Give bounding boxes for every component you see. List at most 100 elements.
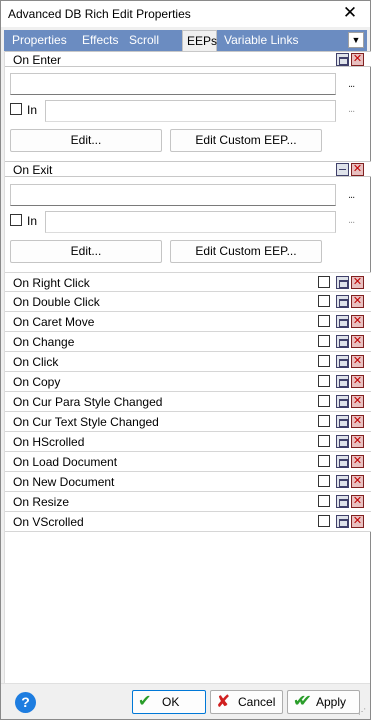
in-field[interactable] [45, 100, 336, 122]
tab-variable-links[interactable]: Variable Links [216, 30, 306, 51]
window-icon[interactable] [336, 375, 349, 388]
delete-icon[interactable]: ✕ [351, 415, 364, 428]
resize-grip-icon[interactable]: ⋰ [358, 707, 368, 717]
delete-icon[interactable]: ✕ [351, 455, 364, 468]
event-checkbox[interactable] [318, 355, 330, 367]
event-checkbox[interactable] [318, 495, 330, 507]
double-check-icon: ✔✔ [293, 693, 312, 710]
window-icon[interactable] [336, 495, 349, 508]
eep-expression-field[interactable] [10, 184, 336, 206]
window-icon[interactable] [336, 315, 349, 328]
delete-icon[interactable]: ✕ [351, 163, 364, 176]
event-label: On New Document [13, 475, 115, 489]
window-icon[interactable] [336, 515, 349, 528]
window-icon[interactable] [336, 335, 349, 348]
check-icon: ✔ [138, 693, 152, 710]
event-checkbox[interactable] [318, 475, 330, 487]
in-ellipsis-button[interactable]: ... [348, 103, 355, 115]
eep-expression-field[interactable] [10, 73, 336, 95]
in-field[interactable] [45, 211, 336, 233]
event-checkbox[interactable] [318, 315, 330, 327]
tab-effects[interactable]: Effects [74, 30, 121, 51]
event-row[interactable]: On Caret Move ✕ [5, 312, 371, 332]
delete-icon[interactable]: ✕ [351, 315, 364, 328]
event-row[interactable]: On Copy ✕ [5, 372, 371, 392]
minimize-icon[interactable] [336, 163, 349, 176]
delete-icon[interactable]: ✕ [351, 53, 364, 66]
window-icon[interactable] [336, 355, 349, 368]
window-icon[interactable] [336, 455, 349, 468]
window-title: Advanced DB Rich Edit Properties [8, 7, 191, 21]
cancel-button[interactable]: ✘ Cancel [210, 690, 283, 714]
section-label: On Enter [13, 53, 62, 67]
event-row[interactable]: On Right Click ✕ [5, 272, 371, 292]
section-header-on-exit: On Exit ✕ [5, 161, 371, 177]
event-checkbox[interactable] [318, 335, 330, 347]
delete-icon[interactable]: ✕ [351, 395, 364, 408]
dialog-footer: ? ✔ OK ✘ Cancel ✔✔ Apply ⋰ [1, 683, 370, 719]
section-header-on-enter: On Enter ✕ [5, 51, 371, 67]
tab-scroll-bars[interactable]: Scroll Bars [121, 30, 184, 67]
event-checkbox[interactable] [318, 276, 330, 288]
event-checkbox[interactable] [318, 295, 330, 307]
event-checkbox[interactable] [318, 435, 330, 447]
delete-icon[interactable]: ✕ [351, 375, 364, 388]
delete-icon[interactable]: ✕ [351, 495, 364, 508]
tab-eeps[interactable]: EEPs [182, 30, 217, 51]
event-row[interactable]: On Resize ✕ [5, 492, 371, 512]
event-checkbox[interactable] [318, 455, 330, 467]
event-checkbox[interactable] [318, 415, 330, 427]
edit-custom-eep-button[interactable]: Edit Custom EEP... [170, 240, 322, 263]
edit-button[interactable]: Edit... [10, 240, 162, 263]
help-icon[interactable]: ? [15, 692, 36, 713]
event-checkbox[interactable] [318, 375, 330, 387]
event-row[interactable]: On HScrolled ✕ [5, 432, 371, 452]
event-checkbox[interactable] [318, 395, 330, 407]
chevron-down-icon[interactable]: ▼ [348, 32, 364, 48]
event-label: On Cur Para Style Changed [13, 395, 163, 409]
delete-icon[interactable]: ✕ [351, 335, 364, 348]
ok-button[interactable]: ✔ OK [132, 690, 206, 714]
delete-icon[interactable]: ✕ [351, 295, 364, 308]
delete-icon[interactable]: ✕ [351, 435, 364, 448]
close-icon[interactable]: ✕ [340, 3, 360, 23]
event-row[interactable]: On Cur Para Style Changed ✕ [5, 392, 371, 412]
ellipsis-button[interactable]: ... [348, 78, 355, 90]
window-icon[interactable] [336, 475, 349, 488]
delete-icon[interactable]: ✕ [351, 515, 364, 528]
tab-properties[interactable]: Properties [4, 30, 74, 51]
edit-custom-eep-button[interactable]: Edit Custom EEP... [170, 129, 322, 152]
event-label: On HScrolled [13, 435, 85, 449]
delete-icon[interactable]: ✕ [351, 475, 364, 488]
apply-label: Apply [316, 695, 347, 709]
ellipsis-button[interactable]: ... [348, 189, 355, 201]
event-row[interactable]: On New Document ✕ [5, 472, 371, 492]
in-checkbox[interactable] [10, 214, 22, 226]
event-row[interactable]: On Double Click ✕ [5, 292, 371, 312]
edit-button[interactable]: Edit... [10, 129, 162, 152]
window-icon[interactable] [336, 415, 349, 428]
event-label: On Right Click [13, 276, 90, 290]
event-label: On Copy [13, 375, 61, 389]
event-label: On Load Document [13, 455, 118, 469]
minimize-icon[interactable] [336, 53, 349, 66]
in-checkbox[interactable] [10, 103, 22, 115]
window-icon[interactable] [336, 395, 349, 408]
window-icon[interactable] [336, 435, 349, 448]
event-label: On Click [13, 355, 59, 369]
delete-icon[interactable]: ✕ [351, 355, 364, 368]
delete-icon[interactable]: ✕ [351, 276, 364, 289]
event-row[interactable]: On Load Document ✕ [5, 452, 371, 472]
event-label: On Caret Move [13, 315, 95, 329]
event-row[interactable]: On Click ✕ [5, 352, 371, 372]
in-label: In [27, 214, 38, 228]
in-ellipsis-button[interactable]: ... [348, 214, 355, 226]
window-icon[interactable] [336, 295, 349, 308]
event-row[interactable]: On VScrolled ✕ [5, 512, 371, 532]
event-row[interactable]: On Cur Text Style Changed ✕ [5, 412, 371, 432]
apply-button[interactable]: ✔✔ Apply [287, 690, 360, 714]
properties-dialog: Advanced DB Rich Edit Properties ✕ Prope… [0, 0, 371, 720]
window-icon[interactable] [336, 276, 349, 289]
event-row[interactable]: On Change ✕ [5, 332, 371, 352]
event-checkbox[interactable] [318, 515, 330, 527]
